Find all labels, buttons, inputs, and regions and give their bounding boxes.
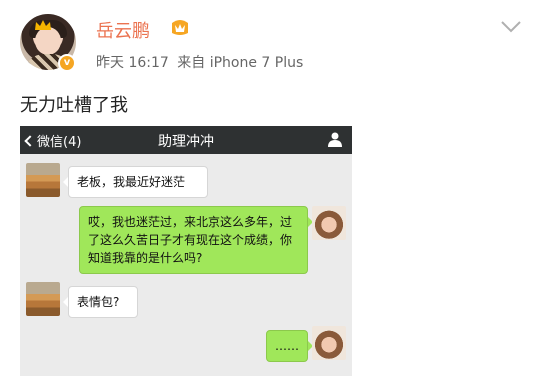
level-badge-icon xyxy=(172,20,188,35)
username[interactable]: 岳云鹏 xyxy=(96,17,150,43)
message-bubble: 老板，我最近好迷茫 xyxy=(63,166,208,198)
avatar-face xyxy=(35,27,61,55)
post-text: 无力吐槽了我 xyxy=(20,95,128,116)
desert-avatar xyxy=(26,163,60,197)
post-time: 昨天 16:17 xyxy=(96,55,169,71)
message-bubble: …… xyxy=(266,330,313,362)
message-bubble: 哎，我也迷茫过，来北京这么多年，过了这么久苦日子才有现在这个成绩，你知道我靠的是… xyxy=(79,206,313,274)
girl-avatar xyxy=(312,206,346,240)
vip-badge: v xyxy=(58,54,76,72)
chevron-down-icon[interactable] xyxy=(500,20,522,34)
wechat-nav-bar: 微信(4) 助理冲冲 xyxy=(20,126,352,154)
post-meta: 昨天 16:17 来自 iPhone 7 Plus xyxy=(96,52,307,72)
crown-icon xyxy=(35,20,51,30)
message-bubble: 表情包? xyxy=(63,286,138,318)
desert-avatar xyxy=(26,282,60,316)
wechat-screenshot-image[interactable]: 微信(4) 助理冲冲 老板，我最近好迷茫 哎，我也迷茫过，来北京这么多年，过了这… xyxy=(20,126,352,376)
girl-avatar xyxy=(312,326,346,360)
wechat-chat-title: 助理冲冲 xyxy=(158,134,214,150)
person-icon xyxy=(328,132,342,147)
post-source: 来自 iPhone 7 Plus xyxy=(177,55,304,71)
